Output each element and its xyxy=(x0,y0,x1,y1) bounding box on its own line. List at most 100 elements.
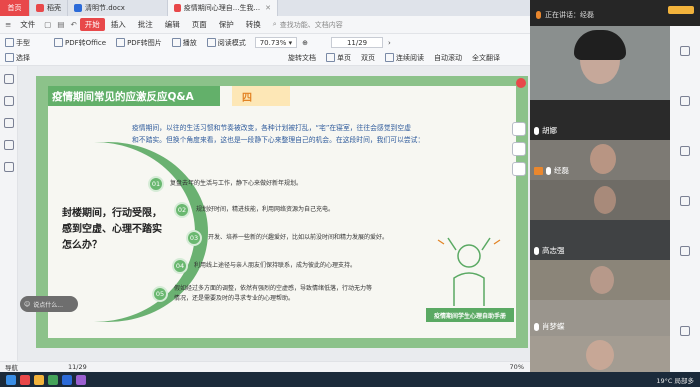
windows-start-icon[interactable] xyxy=(6,374,16,385)
select-tool-button[interactable]: 选择 xyxy=(0,53,35,63)
video-tile-jinglei[interactable]: 经磊 xyxy=(530,140,670,180)
open-icon[interactable]: ▢ xyxy=(41,20,54,29)
signature-icon[interactable] xyxy=(4,162,14,172)
participant-name-xiaomengdie: 肖梦蝶 xyxy=(534,321,565,332)
rotate-doc-label: 旋转文档 xyxy=(288,53,316,62)
nav-button[interactable]: 导航 xyxy=(5,362,18,372)
tab-daoke[interactable]: 稻壳 xyxy=(30,0,68,16)
participant-name-text: 肖梦蝶 xyxy=(542,322,565,331)
tab-pdf-active[interactable]: 疫情期间心理自...生我... ✕ xyxy=(168,0,278,16)
video-call-panel: 正在讲话：经磊 胡娜 经磊 高志强 肖梦蝶 xyxy=(530,0,700,372)
play-button[interactable]: 播放 xyxy=(167,38,202,48)
video-tile-5[interactable] xyxy=(530,260,670,300)
bookmark-icon[interactable] xyxy=(4,96,14,106)
read-mode-button[interactable]: 阅读模式 xyxy=(202,38,251,48)
video-tile-main[interactable] xyxy=(530,26,670,100)
read-mode-icon xyxy=(206,38,216,47)
wps-app-icon[interactable] xyxy=(20,374,30,385)
participant-face xyxy=(590,144,616,174)
tab-qingming-doc[interactable]: 清明节.docx xyxy=(68,0,168,16)
mic-icon xyxy=(534,246,539,255)
toolbar-row-2: 选择 旋转文档 单页 双页 连续阅读 自动滚动 全文翻译 xyxy=(0,50,530,65)
pdf-to-image-icon xyxy=(116,38,126,47)
undo-icon[interactable]: ↶ xyxy=(67,20,79,29)
video-tile-7[interactable] xyxy=(530,336,670,372)
zoom-fit-icon[interactable] xyxy=(512,122,526,136)
video-tile-huna[interactable]: 胡娜 xyxy=(530,100,670,140)
browser-app-icon[interactable] xyxy=(62,374,72,385)
pdf-to-image-button[interactable]: PDF转图片 xyxy=(111,38,167,48)
continuous-read-button[interactable]: 连续阅读 xyxy=(380,53,429,63)
menu-protect[interactable]: 保护 xyxy=(213,19,240,30)
close-tab-icon[interactable]: ✕ xyxy=(265,4,271,12)
participant-name-gaozhiqiang: 高志强 xyxy=(534,245,565,256)
print-icon[interactable]: ▤ xyxy=(54,20,67,29)
search-icon: ⌕ xyxy=(272,20,277,28)
tab-daoke-label: 稻壳 xyxy=(47,4,61,12)
menu-convert[interactable]: 转换 xyxy=(240,19,267,30)
slide-page: 疫情期间常见的应激反应Q&A 四 疫情期间，以往的生活习惯和节奏被改变，各种计划… xyxy=(36,76,528,348)
list-item-05: 05 假如经过多方面的调整，依然有强烈的空虚感，导致情绪低落，行动无力等情况，还… xyxy=(152,284,372,304)
item-text: 假如经过多方面的调整，依然有强烈的空虚感，导致情绪低落，行动无力等情况，还是需要… xyxy=(174,285,373,302)
menu-icon[interactable]: ≡ xyxy=(2,20,14,29)
item-text: 复盘去年的生活与工作，静下心来做好新年规划。 xyxy=(170,180,303,187)
menu-page[interactable]: 页面 xyxy=(186,19,213,30)
video-tile-3[interactable] xyxy=(530,180,670,220)
mic-speaking-icon xyxy=(536,11,541,19)
auto-scroll-button[interactable]: 自动滚动 xyxy=(429,53,467,63)
video-tile-gaozhiqiang[interactable]: 高志强 xyxy=(530,220,670,260)
stressed-person-illustration xyxy=(437,237,501,306)
status-zoom[interactable]: 70% xyxy=(510,363,530,371)
wechat-app-icon[interactable] xyxy=(48,374,58,385)
video-tile-xiaomengdie[interactable]: 肖梦蝶 xyxy=(530,300,670,336)
hand-icon xyxy=(5,38,14,47)
thumbnail-icon[interactable] xyxy=(4,74,14,84)
chat-input-bubble[interactable]: ☺ 说点什么... xyxy=(20,296,78,312)
translate-icon[interactable] xyxy=(680,246,690,256)
tab-home[interactable]: 首页 xyxy=(0,0,30,16)
menu-start[interactable]: 开始 xyxy=(79,18,105,31)
host-icon xyxy=(534,166,543,175)
layout-icon[interactable] xyxy=(680,196,690,206)
folder-app-icon[interactable] xyxy=(34,374,44,385)
comment-icon[interactable] xyxy=(4,118,14,128)
page-number-input[interactable]: 11/29 xyxy=(331,37,384,48)
wps-badge-icon xyxy=(516,78,526,88)
settings-icon[interactable] xyxy=(680,46,690,56)
share-icon[interactable] xyxy=(680,146,690,156)
menu-edit[interactable]: 编辑 xyxy=(159,19,186,30)
list-item-02: 02 规划好时间，精进技能，利用网络资源为自己充电。 xyxy=(174,202,334,218)
play-label: 播放 xyxy=(182,38,197,47)
next-page-button[interactable]: › xyxy=(383,39,396,47)
search-doc-icon[interactable] xyxy=(512,142,526,156)
annotation-icon[interactable] xyxy=(680,96,690,106)
os-taskbar: 19°C 局部多 xyxy=(0,372,700,387)
menu-comment[interactable]: 批注 xyxy=(132,19,159,30)
menu-insert[interactable]: 插入 xyxy=(105,19,132,30)
double-page-button[interactable]: 双页 xyxy=(356,53,380,63)
raise-hand-button[interactable] xyxy=(668,6,694,14)
participant-name-jinglei: 经磊 xyxy=(534,165,569,176)
right-tool-strip xyxy=(670,26,700,372)
full-translate-label: 全文翻译 xyxy=(472,53,500,62)
more-icon[interactable] xyxy=(680,326,690,336)
attachment-icon[interactable] xyxy=(4,140,14,150)
search-box[interactable]: ⌕ 查找功能、文档内容 xyxy=(273,20,343,30)
item-text: 规划好时间，精进技能，利用网络资源为自己充电。 xyxy=(196,206,335,213)
hand-tool-button[interactable]: 手型 xyxy=(0,38,35,48)
list-item-03: 03 开发、培养一些新的兴趣爱好，比如以前没时间和精力发展的爱好。 xyxy=(186,230,388,246)
zoom-in-button[interactable]: ⊕ xyxy=(297,39,313,47)
rotate-doc-button[interactable]: 旋转文档 xyxy=(283,53,321,63)
pdf-to-office-button[interactable]: PDF转Office xyxy=(49,38,111,48)
print-doc-icon[interactable] xyxy=(512,162,526,176)
zoom-value: 70.73% xyxy=(259,38,287,47)
slide-section-badge: 四 xyxy=(232,86,290,106)
participant-face xyxy=(594,186,616,214)
continuous-read-label: 连续阅读 xyxy=(396,53,424,62)
menu-file[interactable]: 文件 xyxy=(14,19,41,30)
single-page-button[interactable]: 单页 xyxy=(321,53,356,63)
meeting-app-icon[interactable] xyxy=(76,374,86,385)
full-translate-button[interactable]: 全文翻译 xyxy=(467,53,505,63)
zoom-select[interactable]: 70.73% ▾ xyxy=(254,37,298,48)
status-page[interactable]: 11/29 xyxy=(68,363,87,371)
